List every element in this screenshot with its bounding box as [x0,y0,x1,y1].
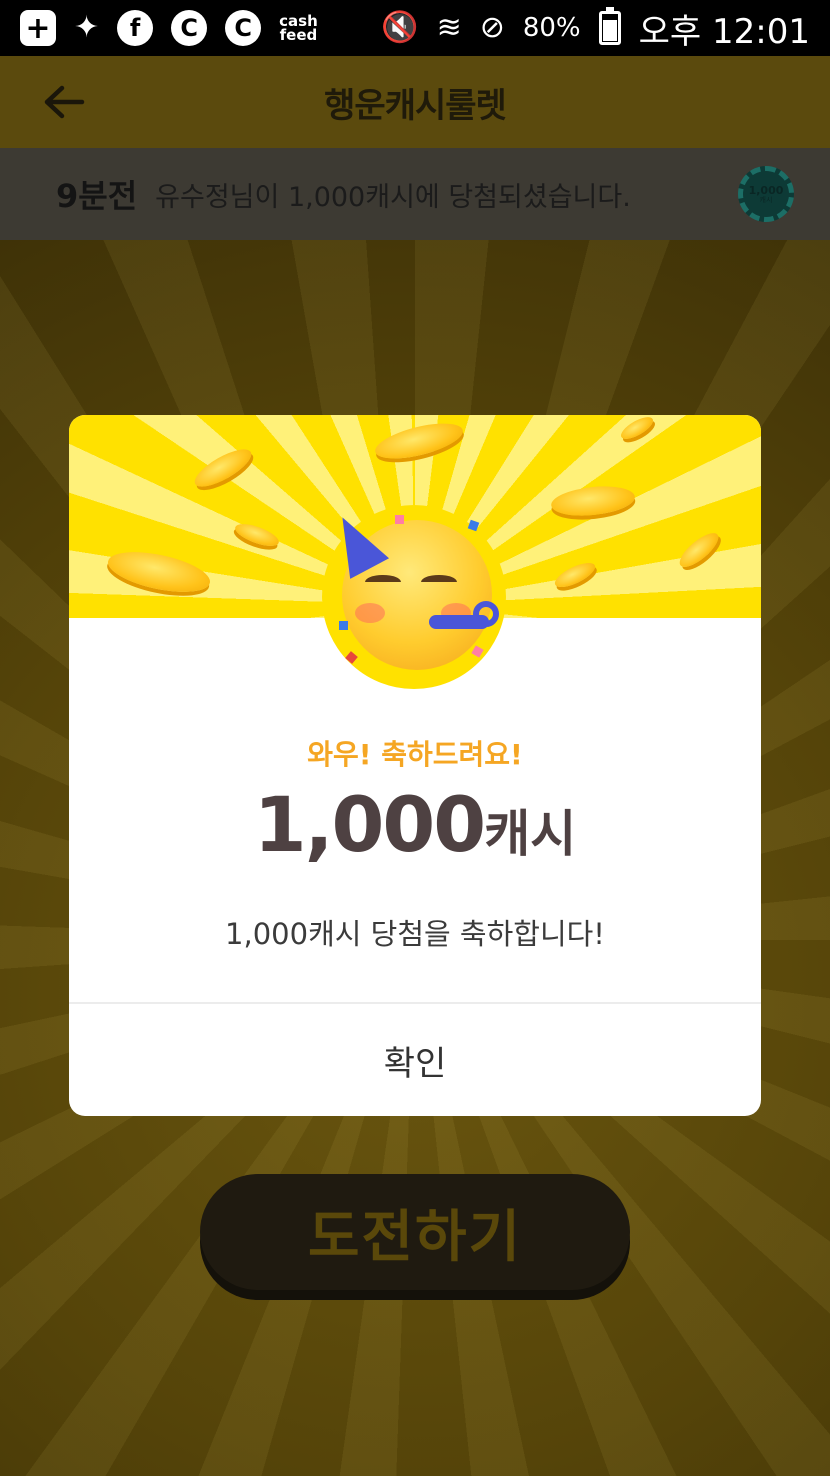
winner-ticker: 9분전 유수정님이 1,000캐시에 당첨되셨습니다. 1,000 캐시 [0,148,830,240]
back-button[interactable] [36,78,92,126]
cashfeed-icon: cash feed [279,14,318,44]
confetti [395,515,404,524]
shoe-icon: ✦ [74,10,100,45]
battery-icon [598,7,621,45]
plus-app-icon: + [20,10,56,46]
coin-value: 1,000 [748,183,784,197]
ticker-message: 유수정님이 1,000캐시에 당첨되셨습니다. [155,181,631,213]
arrow-left-icon [44,85,85,119]
facebook-icon: f [117,10,154,46]
c-app-icon-2: C [225,10,262,46]
ticker-time: 9분전 [56,177,138,215]
modal-message: 1,000캐시 당첨을 축하합니다! [225,917,605,951]
c-app-icon: C [171,10,208,46]
wifi-icon: ≋ [436,10,462,45]
right-eye [421,575,457,589]
clock-time: 12:01 [712,11,810,52]
mute-icon: 🔇 [381,10,419,45]
battery-percent: 80% [522,13,581,43]
challenge-label: 도전하기 [307,1204,523,1270]
win-modal: 와우! 축하드려요! 1,000캐시 1,000캐시 당첨을 축하합니다! 확인 [69,415,761,1116]
battery-fill [602,20,617,41]
page-title: 행운캐시룰렛 [324,85,507,126]
left-cheek [355,603,385,623]
confetti [339,621,348,630]
prize-unit: 캐시 [484,805,577,863]
confirm-button[interactable]: 확인 [69,1004,761,1116]
status-bar: + ✦ f C C cash feed 🔇 ≋ ⊘ 80% 오후 12:01 [0,0,830,56]
clock: 오후 12:01 [639,4,810,53]
party-blower-curl [473,601,499,627]
left-eye [365,575,401,589]
status-left: + ✦ f C C cash feed [20,10,318,46]
app-header: 행운캐시룰렛 [0,56,830,148]
coin-icon: 1,000 캐시 [738,166,794,222]
do-not-disturb-icon: ⊘ [479,10,505,45]
coin-unit: 캐시 [759,195,773,204]
challenge-button[interactable]: 도전하기 [200,1174,630,1290]
status-right: 🔇 ≋ ⊘ 80% 오후 12:01 [381,4,810,53]
prize-number: 1,000 [253,780,486,869]
cashfeed-bottom-text: feed [279,26,318,44]
modal-subtitle: 와우! 축하드려요! [307,738,523,771]
clock-ampm: 오후 [638,11,702,52]
prize-amount: 1,000캐시 [69,780,761,869]
